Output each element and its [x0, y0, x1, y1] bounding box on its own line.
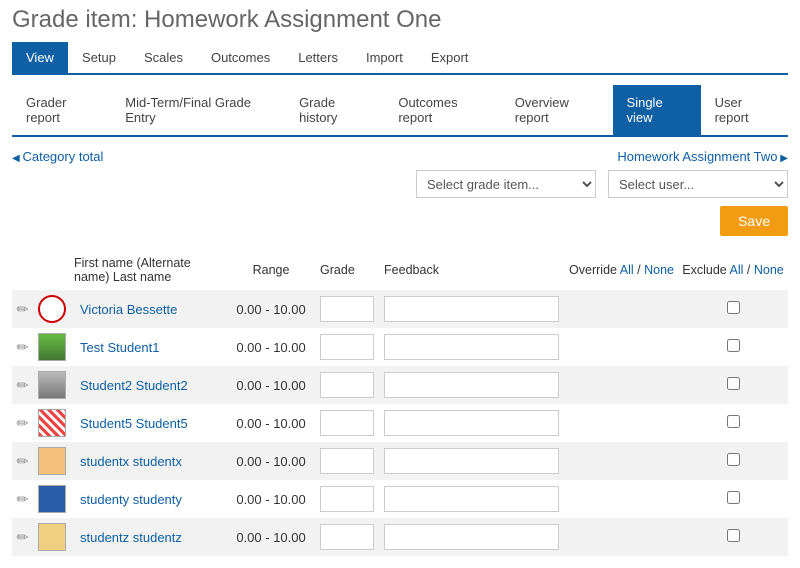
- student-name-link[interactable]: Victoria Bessette: [80, 302, 177, 317]
- table-row: ✎ Victoria Bessette 0.00 - 10.00: [12, 290, 788, 328]
- col-override: Override All / None: [565, 250, 678, 290]
- exclude-all-link[interactable]: All: [730, 263, 744, 277]
- tab-export[interactable]: Export: [417, 42, 483, 73]
- edit-icon[interactable]: ✎: [13, 489, 33, 509]
- tab-outcomes[interactable]: Outcomes: [197, 42, 284, 73]
- avatar: [38, 447, 66, 475]
- exclude-checkbox[interactable]: [727, 453, 740, 466]
- save-button[interactable]: Save: [720, 206, 788, 236]
- feedback-input[interactable]: [384, 486, 559, 512]
- subtab-overview-report[interactable]: Overview report: [501, 85, 613, 135]
- avatar: [38, 485, 66, 513]
- edit-icon[interactable]: ✎: [13, 299, 33, 319]
- exclude-checkbox[interactable]: [727, 301, 740, 314]
- override-none-link[interactable]: None: [644, 263, 674, 277]
- edit-icon[interactable]: ✎: [13, 527, 33, 547]
- subtab-outcomes-report[interactable]: Outcomes report: [384, 85, 500, 135]
- exclude-none-link[interactable]: None: [754, 263, 784, 277]
- subtab-grade-history[interactable]: Grade history: [285, 85, 384, 135]
- select-user[interactable]: Select user...: [608, 170, 788, 198]
- grades-table: First name (Alternate name) Last name Ra…: [12, 250, 788, 556]
- edit-icon[interactable]: ✎: [13, 375, 33, 395]
- col-feedback: Feedback: [380, 250, 565, 290]
- tab-letters[interactable]: Letters: [284, 42, 352, 73]
- exclude-checkbox[interactable]: [727, 491, 740, 504]
- range-cell: 0.00 - 10.00: [226, 328, 316, 366]
- grade-input[interactable]: [320, 296, 374, 322]
- col-grade: Grade: [316, 250, 380, 290]
- subtab-mid-term-final-grade-entry[interactable]: Mid-Term/Final Grade Entry: [111, 85, 285, 135]
- feedback-input[interactable]: [384, 524, 559, 550]
- avatar: [38, 523, 66, 551]
- edit-icon[interactable]: ✎: [13, 413, 33, 433]
- subtab-single-view[interactable]: Single view: [613, 85, 701, 135]
- next-item-link[interactable]: Homework Assignment Two: [617, 149, 788, 164]
- feedback-input[interactable]: [384, 410, 559, 436]
- col-name: First name (Alternate name) Last name: [70, 250, 226, 290]
- edit-icon[interactable]: ✎: [13, 337, 33, 357]
- feedback-input[interactable]: [384, 296, 559, 322]
- student-name-link[interactable]: Student5 Student5: [80, 416, 188, 431]
- table-row: ✎ studentz studentz 0.00 - 10.00: [12, 518, 788, 556]
- edit-icon[interactable]: ✎: [13, 451, 33, 471]
- tab-view[interactable]: View: [12, 42, 68, 73]
- tab-setup[interactable]: Setup: [68, 42, 130, 73]
- feedback-input[interactable]: [384, 372, 559, 398]
- secondary-tabs: Grader reportMid-Term/Final Grade EntryG…: [12, 85, 788, 137]
- tab-scales[interactable]: Scales: [130, 42, 197, 73]
- tab-import[interactable]: Import: [352, 42, 417, 73]
- grade-input[interactable]: [320, 486, 374, 512]
- subtab-grader-report[interactable]: Grader report: [12, 85, 111, 135]
- exclude-checkbox[interactable]: [727, 529, 740, 542]
- student-name-link[interactable]: Test Student1: [80, 340, 160, 355]
- range-cell: 0.00 - 10.00: [226, 442, 316, 480]
- table-row: ✎ studentx studentx 0.00 - 10.00: [12, 442, 788, 480]
- avatar: [38, 295, 66, 323]
- grade-input[interactable]: [320, 334, 374, 360]
- primary-tabs: ViewSetupScalesOutcomesLettersImportExpo…: [12, 42, 788, 75]
- range-cell: 0.00 - 10.00: [226, 518, 316, 556]
- col-range: Range: [226, 250, 316, 290]
- table-row: ✎ studenty studenty 0.00 - 10.00: [12, 480, 788, 518]
- range-cell: 0.00 - 10.00: [226, 290, 316, 328]
- override-all-link[interactable]: All: [620, 263, 634, 277]
- avatar: [38, 409, 66, 437]
- table-row: ✎ Student5 Student5 0.00 - 10.00: [12, 404, 788, 442]
- grade-input[interactable]: [320, 448, 374, 474]
- subtab-user-report[interactable]: User report: [701, 85, 788, 135]
- student-name-link[interactable]: studentz studentz: [80, 530, 182, 545]
- exclude-checkbox[interactable]: [727, 339, 740, 352]
- avatar: [38, 371, 66, 399]
- prev-item-link[interactable]: Category total: [12, 149, 103, 164]
- exclude-checkbox[interactable]: [727, 415, 740, 428]
- table-row: ✎ Test Student1 0.00 - 10.00: [12, 328, 788, 366]
- range-cell: 0.00 - 10.00: [226, 366, 316, 404]
- student-name-link[interactable]: studenty studenty: [80, 492, 182, 507]
- col-exclude: Exclude All / None: [678, 250, 788, 290]
- page-title: Grade item: Homework Assignment One: [12, 6, 788, 34]
- grade-input[interactable]: [320, 372, 374, 398]
- feedback-input[interactable]: [384, 334, 559, 360]
- range-cell: 0.00 - 10.00: [226, 480, 316, 518]
- student-name-link[interactable]: studentx studentx: [80, 454, 182, 469]
- grade-input[interactable]: [320, 410, 374, 436]
- table-row: ✎ Student2 Student2 0.00 - 10.00: [12, 366, 788, 404]
- range-cell: 0.00 - 10.00: [226, 404, 316, 442]
- avatar: [38, 333, 66, 361]
- feedback-input[interactable]: [384, 448, 559, 474]
- student-name-link[interactable]: Student2 Student2: [80, 378, 188, 393]
- exclude-checkbox[interactable]: [727, 377, 740, 390]
- select-grade-item[interactable]: Select grade item...: [416, 170, 596, 198]
- grade-input[interactable]: [320, 524, 374, 550]
